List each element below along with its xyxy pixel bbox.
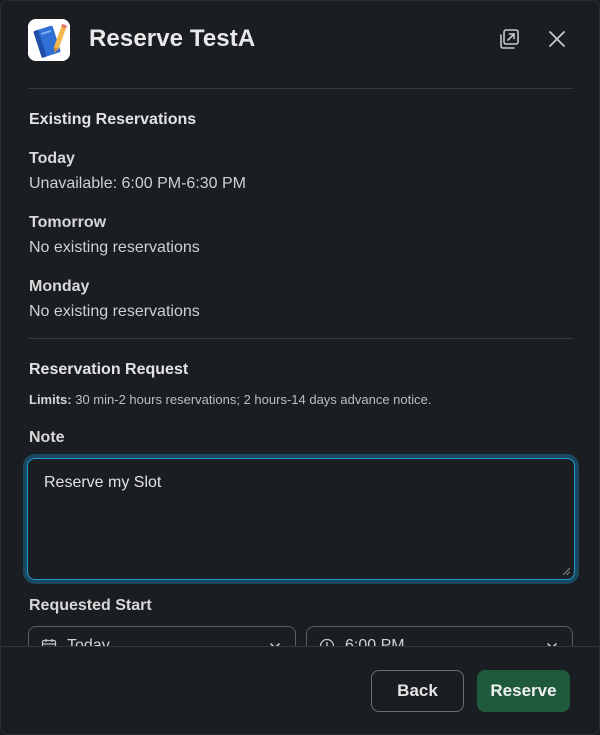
- close-button[interactable]: [543, 25, 571, 53]
- note-textarea[interactable]: Reserve my Slot: [27, 458, 575, 580]
- day-label-monday: Monday: [29, 278, 90, 295]
- section-divider: [28, 338, 573, 339]
- note-label: Note: [29, 429, 65, 446]
- limits-label: Limits:: [29, 392, 72, 407]
- notebook-icon: [28, 19, 70, 61]
- modal-footer: Back Reserve: [1, 646, 599, 734]
- modal-title: Reserve TestA: [89, 25, 256, 52]
- resize-grip-icon[interactable]: [562, 567, 570, 575]
- reservation-request-title: Reservation Request: [29, 361, 189, 378]
- day-value-monday: No existing reservations: [29, 303, 200, 320]
- limits-value: 30 min-2 hours reservations; 2 hours-14 …: [71, 392, 432, 407]
- reserve-button[interactable]: Reserve: [477, 670, 570, 712]
- popout-icon: [500, 29, 519, 49]
- modal-header: Reserve TestA: [1, 1, 599, 81]
- day-value-tomorrow: No existing reservations: [29, 239, 200, 256]
- existing-reservations-title: Existing Reservations: [29, 111, 197, 128]
- note-value: Reserve my Slot: [44, 474, 162, 491]
- close-icon: [549, 31, 565, 47]
- header-divider: [28, 88, 573, 89]
- popout-button[interactable]: [495, 25, 523, 53]
- requested-start-label: Requested Start: [29, 597, 152, 614]
- limits-text: Limits: 30 min-2 hours reservations; 2 h…: [29, 392, 432, 407]
- day-label-today: Today: [29, 150, 75, 167]
- back-button[interactable]: Back: [371, 670, 464, 712]
- reserve-modal: Reserve TestA Existing Reservations Toda…: [0, 0, 600, 735]
- day-value-today: Unavailable: 6:00 PM-6:30 PM: [29, 175, 246, 192]
- day-label-tomorrow: Tomorrow: [29, 214, 107, 231]
